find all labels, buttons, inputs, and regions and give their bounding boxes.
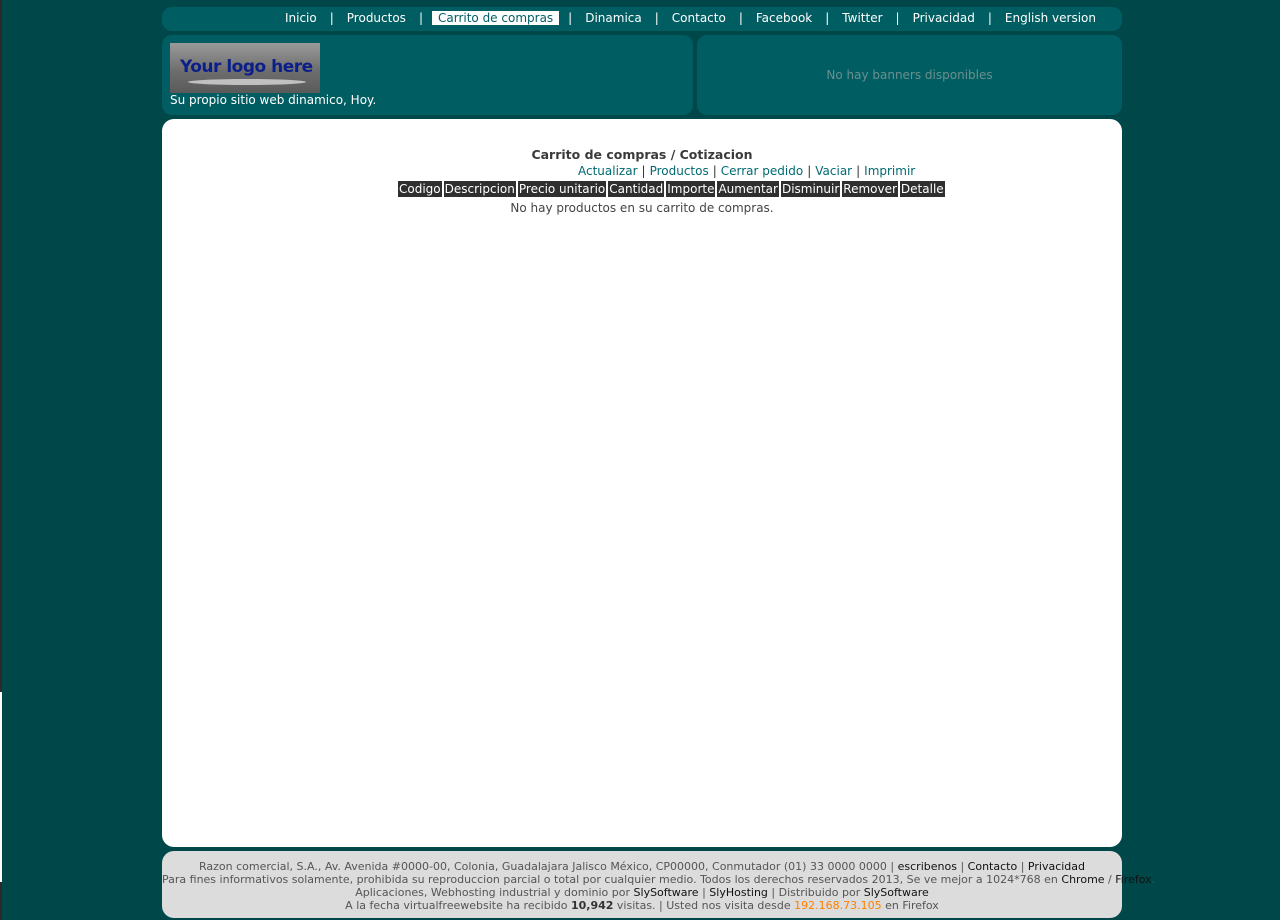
action-separator: | <box>807 164 812 178</box>
footer-company-text: Razon comercial, S.A., Av. Avenida #0000… <box>198 860 895 873</box>
nav-separator: | <box>329 11 334 25</box>
footer-line-visits: A la fecha virtualfreewebsite ha recibid… <box>162 899 1122 912</box>
nav-link-privacidad[interactable]: Privacidad <box>909 11 979 25</box>
action-imprimir-link[interactable]: Imprimir <box>864 164 915 178</box>
nav-item-carrito: Carrito de compras | <box>431 11 581 25</box>
banner-placeholder-text: No hay banners disponibles <box>826 68 993 82</box>
cart-table-header: Codigo Descripcion Precio unitario Canti… <box>398 181 945 197</box>
action-separator: | <box>856 164 861 178</box>
nav-item-contacto: Contacto | <box>668 11 752 25</box>
footer-contacto-link[interactable]: Contacto <box>968 860 1018 873</box>
column-header-aumentar: Aumentar <box>717 181 779 197</box>
logo-swoosh <box>188 79 306 85</box>
edge-gap <box>0 692 2 882</box>
nav-separator: | <box>738 11 743 25</box>
column-header-disminuir: Disminuir <box>780 181 841 197</box>
cart-actions: Actualizar | Productos | Cerrar pedido | Vacia… <box>578 164 915 178</box>
footer-line-company: Razon comercial, S.A., Av. Avenida #0000… <box>162 860 1122 873</box>
top-nav: Inicio | Productos | Carrito de compras | D… <box>162 7 1122 31</box>
column-header-descripcion: Descripcion <box>443 181 516 197</box>
footer-distributed-text: Distribuido por <box>778 886 861 899</box>
nav-separator: | <box>987 11 992 25</box>
logo-text: Your logo here <box>180 57 313 77</box>
footer-slyhosting-link[interactable]: SlyHosting <box>709 886 768 899</box>
footer-separator: | <box>1020 860 1025 873</box>
column-header-importe: Importe <box>666 181 716 197</box>
column-header-codigo: Codigo <box>398 181 442 197</box>
footer-visit-count: 10,942 <box>570 899 614 912</box>
action-cerrar-pedido-link[interactable]: Cerrar pedido <box>721 164 803 178</box>
nav-separator: | <box>825 11 830 25</box>
site-footer: Razon comercial, S.A., Av. Avenida #0000… <box>162 851 1156 918</box>
nav-link-facebook[interactable]: Facebook <box>752 11 816 25</box>
header-logo-panel: Your logo here Su propio sitio web dinam… <box>162 35 693 115</box>
footer-firefox-link[interactable]: Firefox <box>1115 873 1151 886</box>
site-logo[interactable]: Your logo here <box>170 43 320 93</box>
footer-rights-text: Para fines informativos solamente, prohi… <box>162 873 1058 886</box>
nav-separator: | <box>568 11 573 25</box>
nav-link-inicio[interactable]: Inicio <box>281 11 321 25</box>
window-left-edge <box>0 0 2 920</box>
nav-link-twitter[interactable]: Twitter <box>838 11 886 25</box>
action-separator: | <box>712 164 717 178</box>
nav-link-dinamica[interactable]: Dinamica <box>581 11 646 25</box>
footer-visits-prefix: A la fecha virtualfreewebsite ha recibid… <box>345 899 568 912</box>
nav-separator: | <box>654 11 659 25</box>
footer-hosting-text: Aplicaciones, Webhosting industrial y do… <box>355 886 631 899</box>
nav-link-english-version[interactable]: English version <box>1001 11 1100 25</box>
nav-item-inicio: Inicio | <box>281 11 343 25</box>
nav-item-twitter: Twitter | <box>838 11 908 25</box>
nav-link-contacto[interactable]: Contacto <box>668 11 730 25</box>
footer-escribenos-link[interactable]: escribenos <box>898 860 957 873</box>
footer-browser-text: en Firefox <box>885 899 939 912</box>
footer-slysoftware-distrib-link[interactable]: SlySoftware <box>864 886 929 899</box>
footer-visits-middle: visitas. | Usted nos visita desde <box>616 899 791 912</box>
action-separator: | <box>641 164 646 178</box>
cart-title: Carrito de compras / Cotizacion <box>531 147 753 162</box>
nav-item-english: English version <box>1001 11 1100 25</box>
nav-item-productos: Productos | <box>343 11 432 25</box>
nav-link-carrito[interactable]: Carrito de compras <box>431 11 560 25</box>
action-vaciar-link[interactable]: Vaciar <box>815 164 852 178</box>
nav-separator: | <box>418 11 423 25</box>
action-actualizar-link[interactable]: Actualizar <box>578 164 638 178</box>
nav-item-facebook: Facebook | <box>752 11 838 25</box>
column-header-precio-unitario: Precio unitario <box>517 181 607 197</box>
footer-separator: | <box>960 860 965 873</box>
site-tagline: Su propio sitio web dinamico, Hoy. <box>170 93 377 107</box>
footer-separator: | <box>771 886 776 899</box>
footer-line-rights: Para fines informativos solamente, prohi… <box>162 873 1156 886</box>
column-header-cantidad: Cantidad <box>608 181 665 197</box>
nav-item-privacidad: Privacidad | <box>909 11 1001 25</box>
footer-chrome-link[interactable]: Chrome <box>1061 873 1104 886</box>
top-nav-list: Inicio | Productos | Carrito de compras | D… <box>281 11 1100 25</box>
footer-slysoftware-link[interactable]: SlySoftware <box>634 886 699 899</box>
column-header-detalle: Detalle <box>899 181 945 197</box>
footer-line-hosting: Aplicaciones, Webhosting industrial y do… <box>162 886 1122 899</box>
nav-separator: | <box>895 11 900 25</box>
action-productos-link[interactable]: Productos <box>650 164 709 178</box>
footer-separator: | <box>702 886 706 899</box>
header-banner-panel: No hay banners disponibles <box>697 35 1122 115</box>
column-header-remover: Remover <box>842 181 898 197</box>
cart-empty-message: No hay productos en su carrito de compra… <box>510 201 774 215</box>
footer-privacidad-link[interactable]: Privacidad <box>1028 860 1085 873</box>
nav-link-productos[interactable]: Productos <box>343 11 410 25</box>
main-content: Carrito de compras / Cotizacion Actualiz… <box>162 119 1122 847</box>
footer-ip-address: 192.168.73.105 <box>794 899 882 912</box>
nav-item-dinamica: Dinamica | <box>581 11 668 25</box>
